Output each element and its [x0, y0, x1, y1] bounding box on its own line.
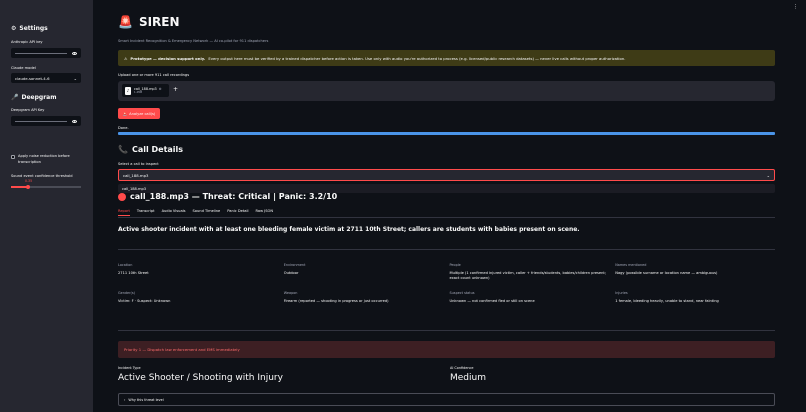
priority-banner: Priority 1 — Dispatch law enforcement an…	[118, 341, 775, 358]
tab-panic-detail[interactable]: Panic Detail	[227, 209, 248, 216]
call-threat-title: call_188.mp3 — Threat: Critical | Panic:…	[118, 192, 337, 201]
progress-bar	[118, 132, 775, 135]
gear-icon: ⚙	[11, 25, 17, 32]
threshold-value: 0.35	[25, 179, 33, 183]
field-suspect-status: Suspect status Unknown — not confirmed f…	[449, 291, 535, 303]
dropdown-option[interactable]: call_188.mp3	[122, 187, 146, 191]
tab-sound-timeline[interactable]: Sound Timeline	[193, 209, 221, 216]
eye-icon[interactable]	[72, 119, 77, 123]
analyze-button[interactable]: 🚨 Analyze call(s)	[118, 108, 160, 119]
call-details-heading: 📞 Call Details	[118, 145, 184, 154]
deepgram-key-input[interactable]	[11, 116, 81, 126]
siren-icon: 🚨	[122, 111, 128, 116]
eye-icon[interactable]	[72, 51, 77, 55]
sidebar: ⚙ Settings Anthropic API key Claude mode…	[0, 0, 93, 412]
incident-fields: Location 2711 10th Street Environment Ou…	[118, 263, 775, 304]
progress-bar-fill	[118, 132, 775, 135]
status-text: Done.	[118, 126, 129, 130]
tab-raw-json[interactable]: Raw JSON	[255, 209, 273, 216]
incident-type-value: Active Shooter / Shooting with Injury	[118, 373, 283, 383]
deepgram-heading: 🎤 Deepgram	[11, 94, 57, 101]
anthropic-key-label: Anthropic API key	[11, 40, 43, 44]
tab-report[interactable]: Report	[118, 209, 130, 216]
call-select-label: Select a call to inspect	[118, 162, 159, 166]
ai-confidence-value: Medium	[450, 373, 486, 383]
chevron-down-icon: ⌄	[766, 172, 770, 178]
warning-banner: ⚠ Prototype — decision support only. Eve…	[118, 50, 775, 66]
claude-model-select[interactable]: claude-sonnet-4-6 ⌄	[11, 73, 81, 83]
tab-transcript[interactable]: Transcript	[137, 209, 155, 216]
threshold-slider-thumb[interactable]	[26, 185, 30, 189]
file-size: 1.4MB	[134, 91, 143, 94]
main-content: ⋮ 🚨 SIREN Smart Incident Recognition & E…	[93, 0, 806, 412]
microphone-icon: 🎤	[11, 94, 19, 101]
phone-icon: 📞	[118, 145, 128, 154]
siren-icon: 🚨	[118, 15, 133, 29]
incident-type-label: Incident Type	[118, 366, 141, 370]
add-file-icon[interactable]: +	[173, 86, 178, 93]
threat-level-expander[interactable]: › Why this threat level	[118, 393, 775, 406]
music-file-icon: ♪	[125, 86, 131, 95]
threat-indicator-icon	[118, 193, 126, 201]
threshold-label: Sound event confidence threshold	[11, 174, 73, 178]
deepgram-key-label: Deepgram API Key	[11, 108, 45, 112]
field-people: People Multiple (1 confirmed injured vic…	[449, 263, 607, 280]
field-names-mentioned: Names mentioned Nagy (possible surname o…	[615, 263, 718, 275]
page-subtitle: Smart Incident Recognition & Emergency N…	[118, 39, 269, 43]
call-select-dropdown[interactable]: call_188.mp3	[118, 184, 775, 193]
chevron-down-icon: ⌄	[73, 75, 77, 81]
field-environment: Environment Outdoor	[283, 263, 306, 275]
warning-icon: ⚠	[124, 55, 128, 61]
noise-reduction-checkbox[interactable]	[11, 155, 15, 159]
tab-audio-visuals[interactable]: Audio Visuals	[162, 209, 186, 216]
incident-summary: Active shooter incident with at least on…	[118, 226, 580, 233]
anthropic-key-input[interactable]	[11, 48, 81, 58]
field-weapon: Weapon Firearm (reported — shooting in p…	[283, 291, 389, 303]
call-select[interactable]: call_188.mp3 ⌄	[118, 169, 775, 181]
file-uploader[interactable]: ♪ call_188.mp3 ⊗ 1.4MB +	[118, 81, 775, 101]
claude-model-label: Claude model	[11, 66, 36, 70]
uploaded-file-chip: ♪ call_188.mp3 ⊗ 1.4MB	[122, 84, 169, 97]
detail-tabs: Report Transcript Audio Visuals Sound Ti…	[118, 209, 273, 216]
divider	[118, 330, 775, 331]
noise-reduction-label: Apply noise reduction before transcripti…	[18, 154, 70, 164]
remove-file-icon[interactable]: ⊗	[159, 87, 162, 91]
field-location: Location 2711 10th Street	[118, 263, 149, 275]
upload-label: Upload one or more 911 call recordings	[118, 73, 190, 77]
tabs-divider	[118, 217, 775, 218]
divider	[118, 249, 775, 250]
page-title: 🚨 SIREN	[118, 15, 180, 29]
chevron-right-icon: ›	[124, 397, 126, 402]
settings-heading: ⚙ Settings	[11, 25, 48, 32]
field-injuries: Injuries 1 female, bleeding heavily, una…	[615, 291, 719, 303]
kebab-menu-icon[interactable]: ⋮	[793, 4, 798, 10]
field-genders: Gender(s) Victim: F · Suspect: Unknown	[118, 291, 171, 303]
ai-confidence-label: AI Confidence	[450, 366, 474, 370]
